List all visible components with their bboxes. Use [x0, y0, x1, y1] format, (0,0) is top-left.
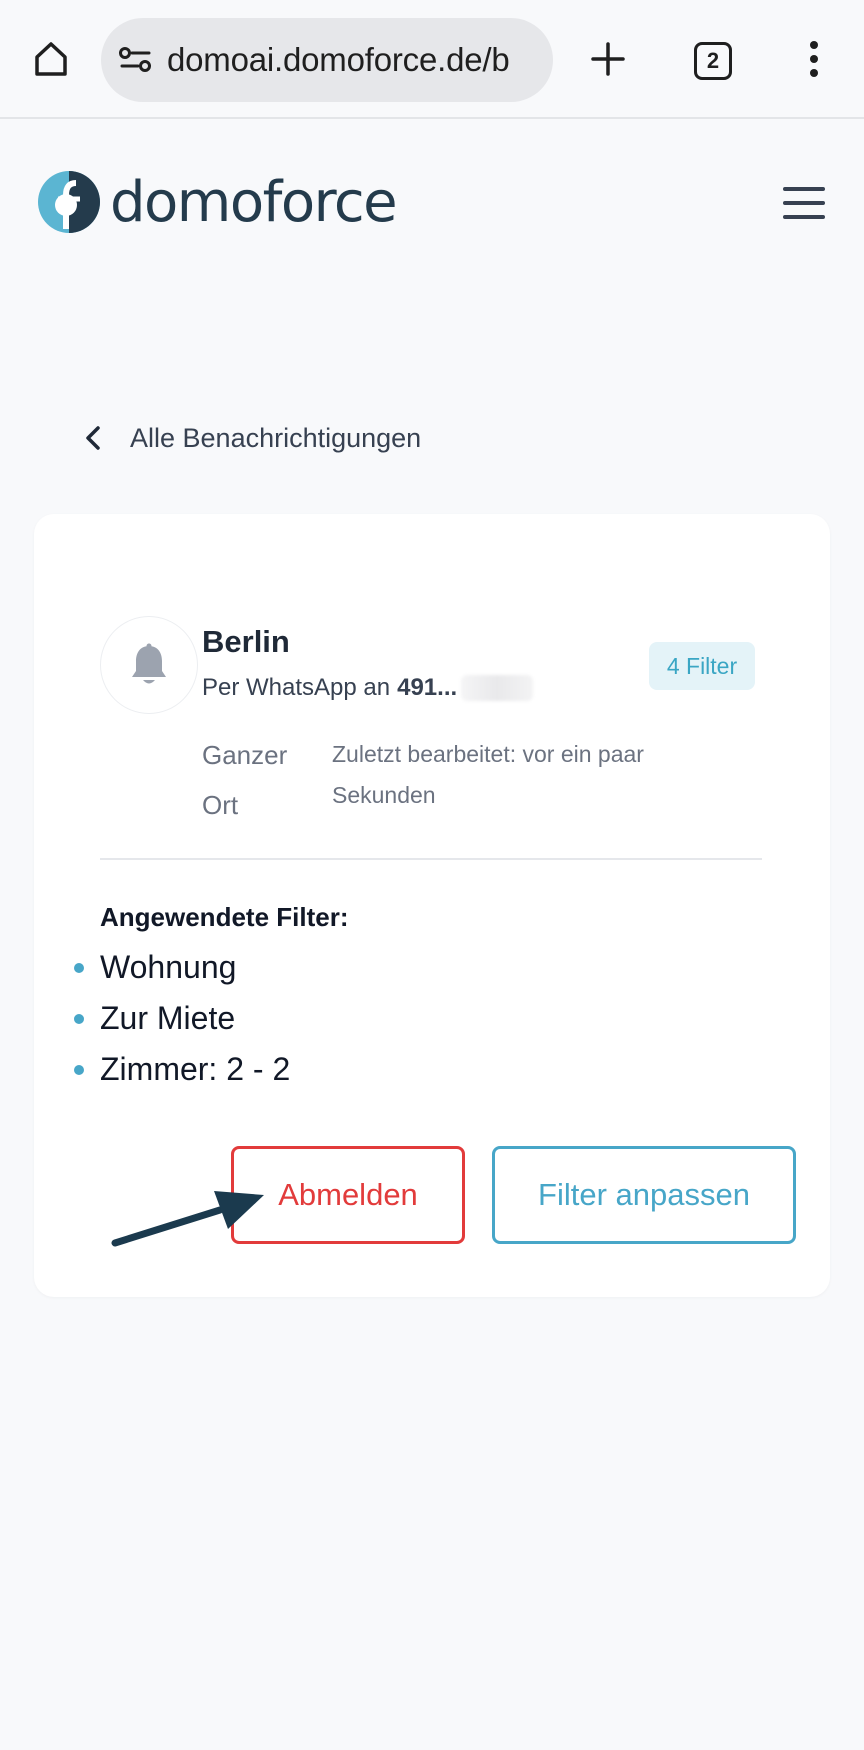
new-tab-icon[interactable] [584, 35, 632, 83]
address-bar[interactable]: domoai.domoforce.de/b [101, 18, 553, 102]
bullet-icon [74, 962, 84, 973]
back-to-notifications-link[interactable]: Alle Benachrichtigungen [78, 418, 421, 458]
redacted-phone-digits [461, 675, 534, 701]
site-settings-icon[interactable] [115, 39, 157, 81]
back-link-label[interactable]: Alle Benachrichtigungen [130, 423, 421, 454]
filter-label: Zur Miete [100, 1000, 236, 1036]
bell-icon [100, 616, 198, 714]
url-text[interactable]: domoai.domoforce.de/b [167, 41, 510, 79]
alert-title: Berlin [202, 624, 290, 659]
more-menu-icon[interactable] [790, 35, 838, 83]
browser-toolbar: domoai.domoforce.de/b 2 [0, 0, 864, 119]
channel-prefix: Per WhatsApp an [202, 674, 391, 701]
domoforce-logo-icon [38, 171, 100, 233]
logo-text: domoforce [110, 169, 398, 235]
edit-filters-button[interactable]: Filter anpassen [492, 1146, 796, 1244]
last-edited: Zuletzt bearbeitet: vor ein paar Sekunde… [332, 741, 644, 808]
bullet-icon [74, 1013, 84, 1024]
bullet-icon [74, 1064, 84, 1075]
applied-filters-title: Angewendete Filter: [100, 902, 349, 932]
filter-label: Zimmer: 2 - 2 [100, 1051, 291, 1087]
divider [100, 858, 762, 860]
alert-channel: Per WhatsApp an 491... [202, 674, 534, 702]
alert-scope: Ganzer Ort [202, 740, 288, 820]
annotation-arrow-icon [111, 1191, 264, 1247]
phone-number: 491... [397, 674, 458, 701]
filter-count-badge: 4 Filter [649, 642, 755, 690]
tab-count: 2 [706, 48, 720, 73]
chevron-left-icon [78, 423, 108, 453]
logo[interactable]: domoforce [36, 169, 398, 235]
filter-label: Wohnung [100, 949, 237, 985]
home-icon[interactable] [27, 35, 75, 83]
site-header: domoforce [0, 121, 864, 356]
notification-card: Berlin Per WhatsApp an 491... 4 Filter G… [34, 514, 830, 1297]
hamburger-menu-icon[interactable] [783, 187, 825, 219]
tab-switcher-icon[interactable]: 2 [694, 42, 732, 80]
